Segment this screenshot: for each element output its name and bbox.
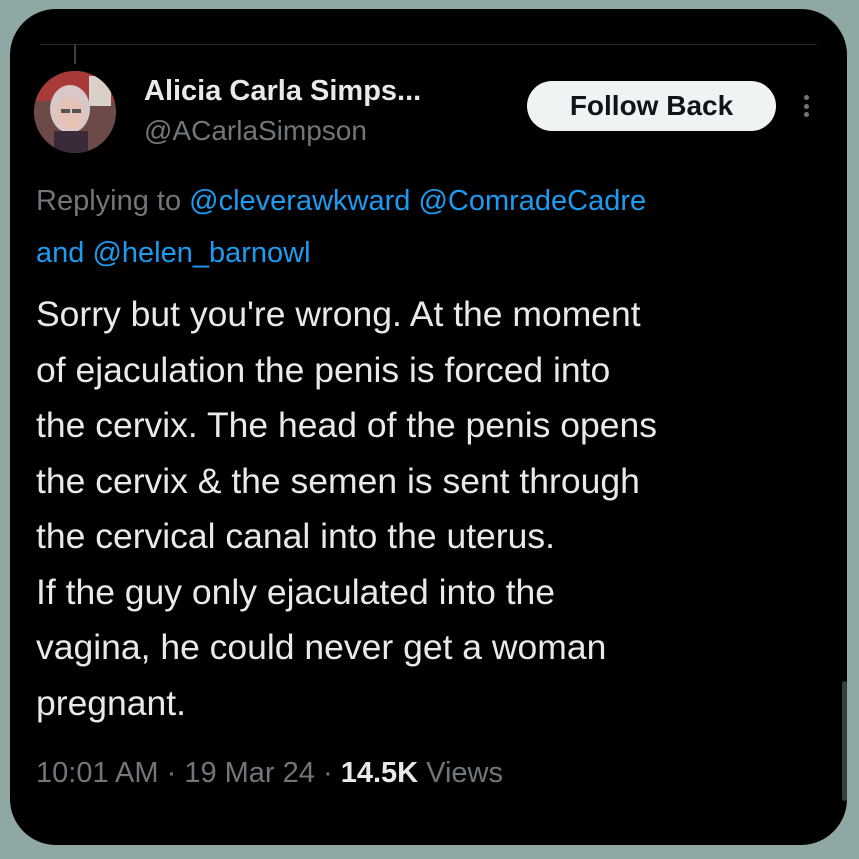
dot: [803, 95, 809, 100]
tweet-date[interactable]: 19 Mar 24: [184, 757, 315, 789]
tweet-line: pregnant.: [36, 682, 187, 723]
replying-to-label: Replying to: [36, 185, 182, 217]
mention-conjunction: and: [36, 237, 85, 269]
tweet-time[interactable]: 10:01 AM: [36, 757, 159, 789]
tweet-line: the cervical canal into the uterus.: [36, 516, 555, 556]
tweet-line: the cervix & the semen is sent through: [36, 460, 640, 501]
views-count[interactable]: 14.5K: [341, 757, 418, 789]
divider: [40, 44, 817, 45]
dot: [803, 112, 809, 117]
tweet-meta: 10:01 AM · 19 Mar 24 · 14.5K Views: [36, 757, 503, 790]
more-options-icon[interactable]: [798, 89, 814, 123]
author-handle[interactable]: @ACarlaSimpson: [144, 115, 367, 147]
tweet-line: of ejaculation the penis is forced into: [36, 349, 611, 390]
dot: [803, 103, 809, 109]
mention-link[interactable]: @cleverawkward: [189, 185, 410, 217]
views-label: Views: [426, 757, 503, 789]
tweet-text: Sorry but you're wrong. At the moment of…: [36, 287, 826, 731]
tweet-card: Alicia Carla Simps... @ACarlaSimpson Fol…: [10, 9, 847, 845]
tweet-line: vagina, he could never get a woman: [36, 627, 607, 667]
thread-connector-line: [74, 44, 76, 64]
follow-back-button[interactable]: Follow Back: [527, 81, 776, 131]
tweet-line: Sorry but you're wrong. At the moment: [36, 294, 641, 334]
tweet-line: If the guy only ejaculated into the: [36, 571, 556, 612]
scrollbar[interactable]: [842, 681, 847, 801]
author-display-name[interactable]: Alicia Carla Simps...: [144, 75, 421, 108]
mention-link[interactable]: @ComradeCadre: [418, 185, 646, 217]
mention-link[interactable]: @helen_barnowl: [92, 237, 310, 269]
replying-to-line: Replying to @cleverawkward @ComradeCadre…: [36, 175, 836, 279]
avatar-image: [34, 71, 116, 153]
tweet-line: the cervix. The head of the penis opens: [36, 405, 658, 445]
separator: ·: [166, 757, 177, 789]
avatar[interactable]: [34, 71, 116, 153]
separator: ·: [322, 757, 333, 789]
